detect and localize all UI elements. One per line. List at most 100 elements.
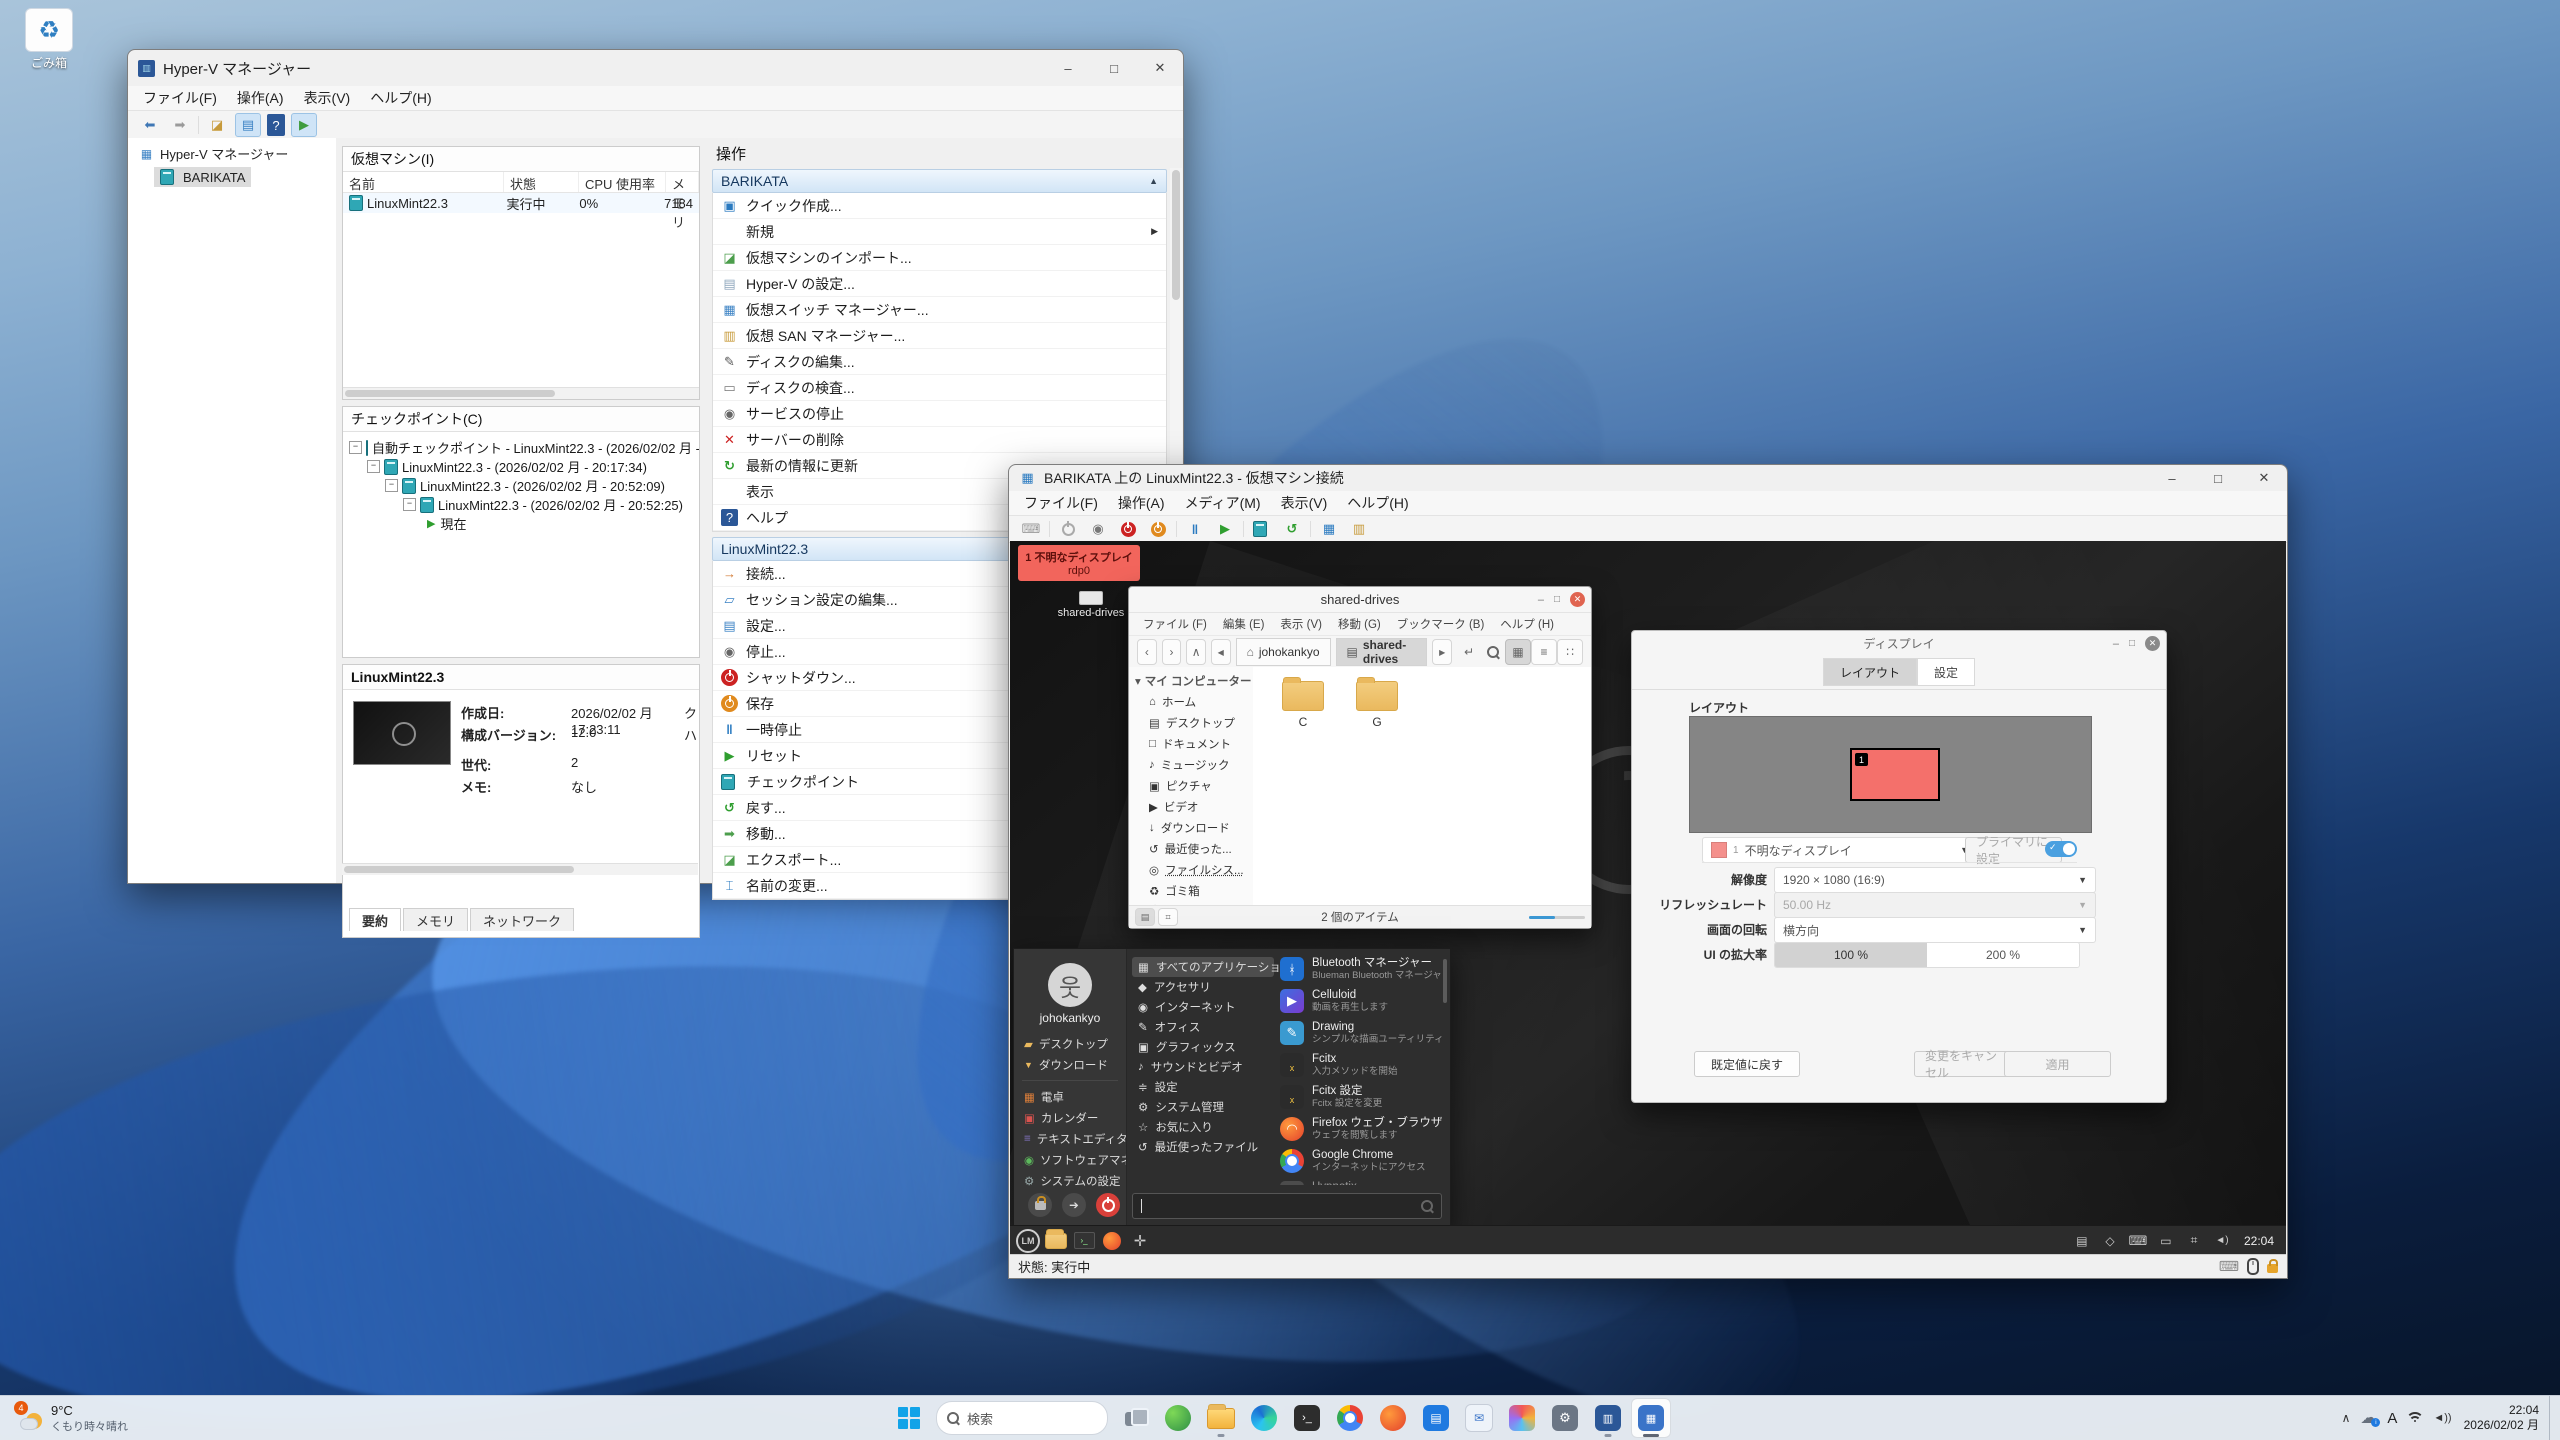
- checkpoint-icon[interactable]: [1250, 518, 1274, 540]
- settings-button[interactable]: ⚙: [1545, 1398, 1585, 1438]
- network-tray-icon[interactable]: [2182, 1229, 2206, 1253]
- show-action-pane-icon[interactable]: [291, 113, 317, 137]
- app-system-settings[interactable]: システムの設定: [1014, 1170, 1126, 1191]
- mail-button[interactable]: ✉: [1459, 1398, 1499, 1438]
- pause-icon[interactable]: [1183, 518, 1207, 540]
- menu-action[interactable]: 操作(A): [1109, 491, 1174, 515]
- back-icon[interactable]: [138, 114, 162, 136]
- search-icon[interactable]: [1481, 640, 1505, 664]
- vmconnect-titlebar[interactable]: BARIKATA 上の LinuxMint22.3 - 仮想マシン接続: [1009, 465, 2287, 491]
- edge-button[interactable]: [1244, 1398, 1284, 1438]
- session-settings-icon[interactable]: [1347, 518, 1371, 540]
- menu-search-input[interactable]: [1132, 1193, 1442, 1219]
- mint-menu-button[interactable]: LM: [1016, 1229, 1040, 1253]
- minimize-button[interactable]: [1045, 50, 1091, 86]
- crumb-scroll-right-icon[interactable]: [1432, 639, 1452, 665]
- col-cpu[interactable]: CPU 使用率: [579, 172, 666, 192]
- file-item-g[interactable]: G: [1349, 681, 1405, 729]
- forward-icon[interactable]: [168, 114, 192, 136]
- close-button[interactable]: [2145, 636, 2160, 651]
- app-drawing[interactable]: Drawingシンプルな描画ユーティリティ: [1280, 1021, 1442, 1053]
- console-tree-icon[interactable]: [235, 113, 261, 137]
- center-hscrollbar[interactable]: [342, 863, 698, 875]
- start-button[interactable]: [889, 1398, 929, 1438]
- shield-tray-icon[interactable]: [2098, 1229, 2122, 1253]
- nemo-titlebar[interactable]: shared-drives: [1129, 587, 1591, 613]
- tab-memory[interactable]: メモリ: [403, 908, 468, 931]
- terminal-launcher-icon[interactable]: ›_: [1072, 1229, 1096, 1253]
- tray-overflow-chevron-icon[interactable]: [2342, 1411, 2351, 1425]
- category-office[interactable]: オフィス: [1132, 1017, 1274, 1037]
- file-item-c[interactable]: C: [1275, 681, 1331, 729]
- checkpoint-item[interactable]: −LinuxMint22.3 - (2026/02/02 月 - 20:52:0…: [385, 476, 695, 495]
- apply-button[interactable]: 適用: [2004, 1051, 2111, 1077]
- app-hypnotix[interactable]: Hypnotix: [1280, 1181, 1442, 1185]
- action-import-vm[interactable]: 仮想マシンのインポート...: [713, 245, 1166, 271]
- sidebar-item-documents[interactable]: ドキュメント: [1129, 733, 1253, 754]
- task-view-button[interactable]: [1115, 1398, 1155, 1438]
- revert-icon[interactable]: [1280, 518, 1304, 540]
- monitor-1-rect[interactable]: 1: [1850, 748, 1940, 801]
- sidebar-item-trash[interactable]: ゴミ箱: [1129, 880, 1253, 901]
- sidebar-item-home[interactable]: ホーム: [1129, 691, 1253, 712]
- cancel-changes-button[interactable]: 変更をキャンセル: [1914, 1051, 2009, 1077]
- category-recent-files[interactable]: 最近使ったファイル: [1132, 1137, 1274, 1157]
- action-quick-create[interactable]: クイック作成...: [713, 193, 1166, 219]
- explorer-button[interactable]: [1201, 1398, 1241, 1438]
- chrome-button[interactable]: [1330, 1398, 1370, 1438]
- checkpoint-item[interactable]: −LinuxMint22.3 - (2026/02/02 月 - 20:52:2…: [403, 495, 695, 514]
- close-button[interactable]: [1137, 50, 1183, 86]
- shutdown-icon[interactable]: [1116, 518, 1140, 540]
- category-preferences[interactable]: 設定: [1132, 1077, 1274, 1097]
- app-software-manager[interactable]: ソフトウェアマネー...: [1014, 1149, 1126, 1170]
- sidebar-item-videos[interactable]: ビデオ: [1129, 796, 1253, 817]
- tab-layout[interactable]: レイアウト: [1823, 658, 1917, 686]
- app-celluloid[interactable]: Celluloid動画を再生します: [1280, 989, 1442, 1021]
- export-icon[interactable]: [205, 114, 229, 136]
- action-remove-server[interactable]: サーバーの削除: [713, 427, 1166, 453]
- menu-go[interactable]: 移動 (G): [1332, 614, 1387, 634]
- display-tray-icon[interactable]: [2154, 1229, 2178, 1253]
- search-box[interactable]: 検索: [936, 1401, 1108, 1435]
- tab-settings[interactable]: 設定: [1917, 658, 1975, 686]
- volume-icon[interactable]: [2433, 1412, 2451, 1424]
- maximize-button[interactable]: [2195, 465, 2241, 491]
- menu-edit[interactable]: 編集 (E): [1217, 614, 1271, 634]
- refresh-select[interactable]: 50.00 Hz: [1774, 892, 2096, 918]
- action-edit-disk[interactable]: ディスクの編集...: [713, 349, 1166, 375]
- action-hyperv-settings[interactable]: Hyper-V の設定...: [713, 271, 1166, 297]
- tab-summary[interactable]: 要約: [349, 908, 401, 931]
- reset-icon[interactable]: [1213, 518, 1237, 540]
- show-desktop-button[interactable]: [2549, 1396, 2554, 1440]
- back-icon[interactable]: [1137, 639, 1157, 665]
- avatar[interactable]: [1048, 963, 1092, 1007]
- menu-help[interactable]: ヘルプ(H): [361, 86, 440, 110]
- menu-bookmarks[interactable]: ブックマーク (B): [1391, 614, 1491, 634]
- menu-action[interactable]: 操作(A): [228, 86, 293, 110]
- crumb-scroll-left-icon[interactable]: [1211, 639, 1231, 665]
- apps-scrollbar[interactable]: [1443, 959, 1447, 1003]
- scale-200-button[interactable]: 200 %: [1927, 943, 2079, 967]
- shutdown-button[interactable]: [1096, 1193, 1120, 1217]
- menu-help[interactable]: ヘルプ (H): [1494, 614, 1560, 634]
- app-google-chrome[interactable]: Google Chromeインターネットにアクセス: [1280, 1149, 1442, 1181]
- desktop-icon-shared-drives[interactable]: shared-drives: [1046, 591, 1136, 619]
- up-icon[interactable]: [1186, 639, 1206, 665]
- display-titlebar[interactable]: ディスプレイ: [1632, 631, 2166, 656]
- menu-file[interactable]: ファイル(F): [1015, 491, 1107, 515]
- app-text-editor[interactable]: テキストエディター: [1014, 1128, 1126, 1149]
- clock[interactable]: 22:04 2026/02/02 月: [2464, 1403, 2539, 1433]
- sidebar-item-desktop[interactable]: デスクトップ: [1129, 712, 1253, 733]
- maximize-button[interactable]: [1091, 50, 1137, 86]
- sidebar-item-music[interactable]: ミュージック: [1129, 754, 1253, 775]
- category-internet[interactable]: インターネット: [1132, 997, 1274, 1017]
- app-fcitx-config[interactable]: Fcitx 設定Fcitx 設定を変更: [1280, 1085, 1442, 1117]
- vmconnect-button[interactable]: ▦: [1631, 1398, 1671, 1438]
- enhanced-session-icon[interactable]: [1317, 518, 1341, 540]
- keyboard-tray-icon[interactable]: [2126, 1229, 2150, 1253]
- app-bluetooth-manager[interactable]: Bluetooth マネージャーBlueman Bluetooth マネージャー: [1280, 957, 1442, 989]
- maximize-button[interactable]: [1554, 594, 1560, 605]
- lock-button[interactable]: [1028, 1193, 1052, 1217]
- desktop-icon-trash[interactable]: ごみ箱: [16, 8, 82, 71]
- firefox-button[interactable]: [1373, 1398, 1413, 1438]
